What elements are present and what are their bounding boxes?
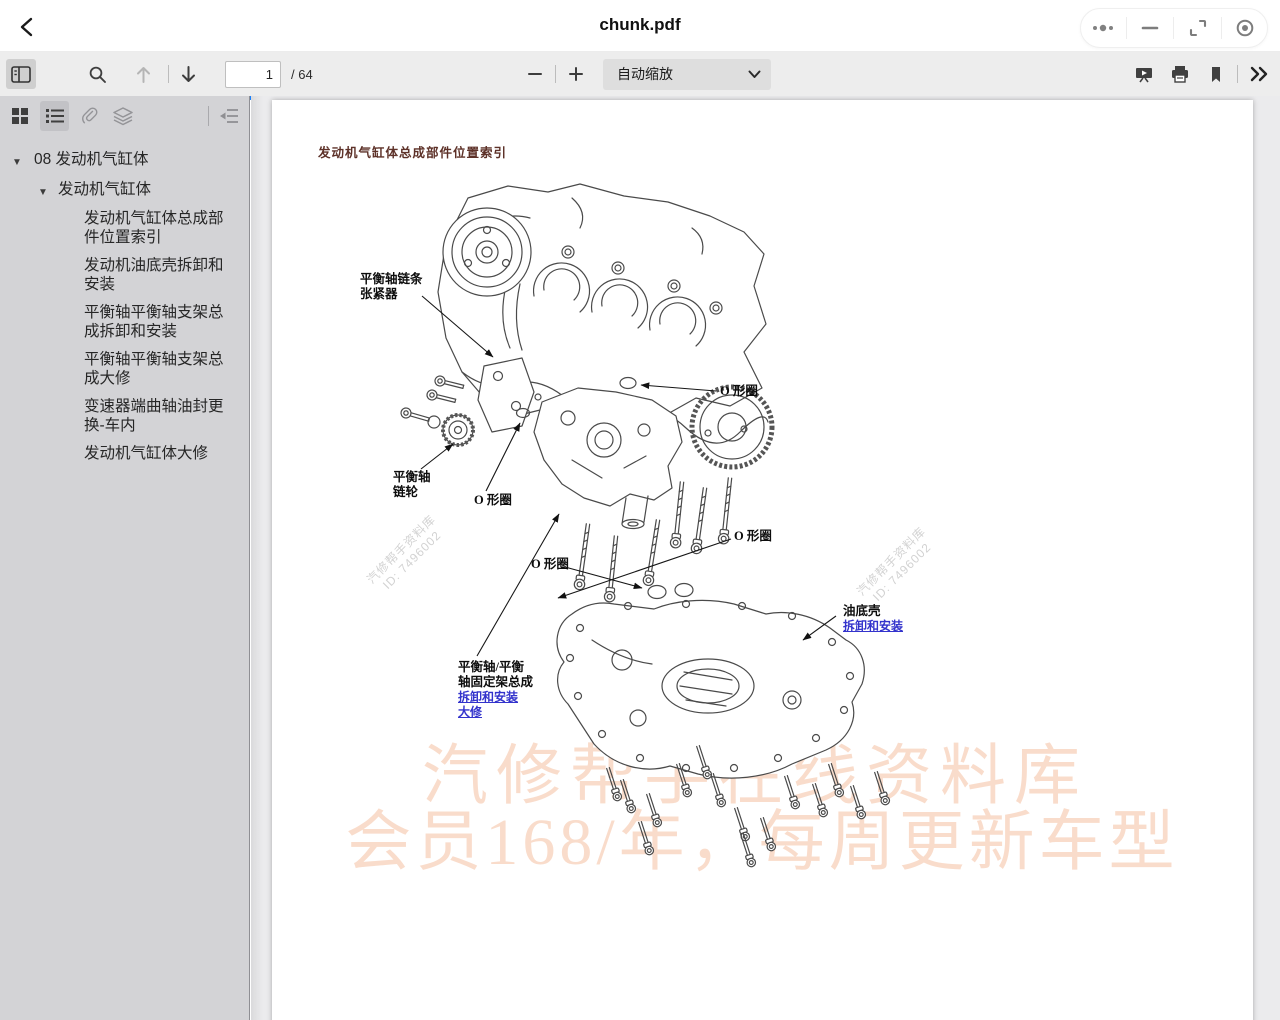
zoom-level-select[interactable]: 自动缩放: [603, 59, 771, 90]
toolbar-right-group: [1129, 52, 1274, 96]
zoom-level-value: 自动缩放: [617, 64, 748, 84]
outline-item[interactable]: 发动机油底壳拆卸和安装: [0, 256, 243, 294]
chevron-down-icon: [748, 70, 761, 79]
sidebar-toggle-icon: [11, 66, 31, 83]
pdf-toolbar: / 64 自动缩放: [0, 52, 1280, 96]
housing-removal-link[interactable]: 拆卸和安装: [458, 690, 533, 705]
page-number-input[interactable]: [225, 61, 281, 88]
arrow-down-icon: [180, 65, 197, 84]
search-icon: [88, 65, 107, 84]
callout-oring: O 形圈: [734, 529, 772, 544]
outline-item-label: 平衡轴平衡轴支架总成大修: [84, 350, 236, 388]
callout-oil-pan: 油底壳 拆卸和安装: [843, 604, 903, 634]
page-count-label: / 64: [291, 67, 313, 82]
outline-item[interactable]: ▼ 08 发动机气缸体: [0, 150, 243, 169]
minus-icon: [527, 66, 543, 82]
capsule-divider: [1173, 17, 1174, 39]
bookmark-button[interactable]: [1201, 59, 1231, 89]
outline-view-button[interactable]: [40, 101, 68, 131]
expand-icon: [1188, 18, 1208, 38]
print-icon: [1170, 65, 1190, 84]
thumbnails-icon: [11, 107, 29, 125]
zoom-out-button[interactable]: [520, 59, 550, 89]
bookmark-icon: [1208, 65, 1224, 84]
zoom-in-button[interactable]: [561, 59, 591, 89]
outline-item[interactable]: 平衡轴平衡轴支架总成大修: [0, 350, 243, 388]
minimize-icon: [1141, 25, 1159, 31]
outline-item[interactable]: 发动机气缸体大修: [0, 444, 243, 463]
outline-item[interactable]: 平衡轴平衡轴支架总成拆卸和安装: [0, 303, 243, 341]
housing-overhaul-link[interactable]: 大修: [458, 705, 533, 720]
sidebar-toggle-button[interactable]: [6, 59, 36, 89]
pdf-page: 汽修帮手资料库 ID: 7496002 汽修帮手资料库 ID: 7496002 …: [272, 100, 1253, 1020]
callout-sprocket: 平衡轴 链轮: [393, 470, 431, 500]
layers-icon: [113, 107, 133, 126]
thumbnails-view-button[interactable]: [6, 101, 34, 131]
paperclip-icon: [79, 106, 99, 126]
outline-tree: ▼ 08 发动机气缸体 ▼ 发动机气缸体 发动机气缸体总成部件位置索引 发动机油…: [0, 136, 249, 463]
search-button[interactable]: [82, 59, 112, 89]
presentation-icon: [1134, 65, 1154, 84]
presentation-mode-button[interactable]: [1129, 59, 1159, 89]
capsule-divider: [1221, 17, 1222, 39]
outline-list-icon: [45, 107, 65, 125]
more-tools-button[interactable]: [1244, 59, 1274, 89]
layers-view-button[interactable]: [109, 101, 137, 131]
callout-oring: O 形圈: [720, 384, 758, 399]
outline-item-label: 发动机气缸体: [58, 181, 151, 198]
next-page-button[interactable]: [173, 59, 203, 89]
oil-pan-removal-link[interactable]: 拆卸和安装: [843, 619, 903, 634]
outline-item-label: 发动机气缸体总成部件位置索引: [84, 209, 236, 247]
previous-page-button[interactable]: [128, 59, 158, 89]
outline-item-label: 变速器端曲轴油封更换-车内: [84, 397, 236, 435]
outline-item-label: 平衡轴平衡轴支架总成拆卸和安装: [84, 303, 236, 341]
engine-exploded-diagram: [272, 100, 1253, 1000]
record-icon: [1235, 18, 1255, 38]
outline-item[interactable]: 发动机气缸体总成部件位置索引: [0, 209, 243, 247]
outline-expand-toggle[interactable]: ▼: [38, 183, 48, 202]
titlebar: chunk.pdf: [0, 0, 1280, 52]
outline-expand-toggle[interactable]: ▼: [12, 153, 22, 172]
record-button[interactable]: [1225, 15, 1265, 41]
sidebar-divider: [208, 106, 209, 126]
capsule-divider: [1126, 17, 1127, 39]
sidebar: ▼ 08 发动机气缸体 ▼ 发动机气缸体 发动机气缸体总成部件位置索引 发动机油…: [0, 96, 250, 1020]
minimize-button[interactable]: [1130, 15, 1170, 41]
outline-item-label: 发动机油底壳拆卸和安装: [84, 256, 236, 294]
toolbar-divider: [555, 65, 556, 83]
toolbar-left-group: / 64: [0, 52, 313, 96]
callout-oring: O 形圈: [531, 557, 569, 572]
sidebar-view-switcher: [0, 96, 249, 136]
print-button[interactable]: [1165, 59, 1195, 89]
outline-item[interactable]: ▼ 发动机气缸体: [0, 180, 243, 199]
more-dots-icon: [1091, 23, 1115, 33]
expand-button[interactable]: [1178, 15, 1218, 41]
viewer-container[interactable]: 汽修帮手资料库 ID: 7496002 汽修帮手资料库 ID: 7496002 …: [251, 96, 1280, 1020]
toolbar-divider: [168, 65, 169, 83]
toolbar-zoom-group: 自动缩放: [520, 52, 771, 96]
callout-balance-shaft-housing: 平衡轴/平衡 轴固定架总成 拆卸和安装 大修: [458, 660, 533, 719]
current-outline-item-icon: [219, 107, 239, 125]
outline-item[interactable]: 变速器端曲轴油封更换-车内: [0, 397, 243, 435]
pdf-viewer-app: chunk.pdf: [0, 0, 1280, 1020]
toolbar-divider: [1237, 65, 1238, 83]
outline-item-label: 发动机气缸体大修: [84, 444, 208, 463]
plus-icon: [568, 66, 584, 82]
outline-item-label: 08 发动机气缸体: [34, 151, 149, 168]
more-options-button[interactable]: [1083, 15, 1123, 41]
sidebar-shadow: [251, 96, 263, 1020]
callout-oring: O 形圈: [474, 493, 512, 508]
callout-tensioner: 平衡轴链条 张紧器: [360, 272, 423, 302]
window-controls: [1080, 8, 1268, 48]
double-chevron-right-icon: [1249, 66, 1269, 82]
scroll-to-current-outline-button[interactable]: [215, 101, 243, 131]
attachments-view-button[interactable]: [75, 101, 103, 131]
arrow-up-icon: [135, 65, 152, 84]
